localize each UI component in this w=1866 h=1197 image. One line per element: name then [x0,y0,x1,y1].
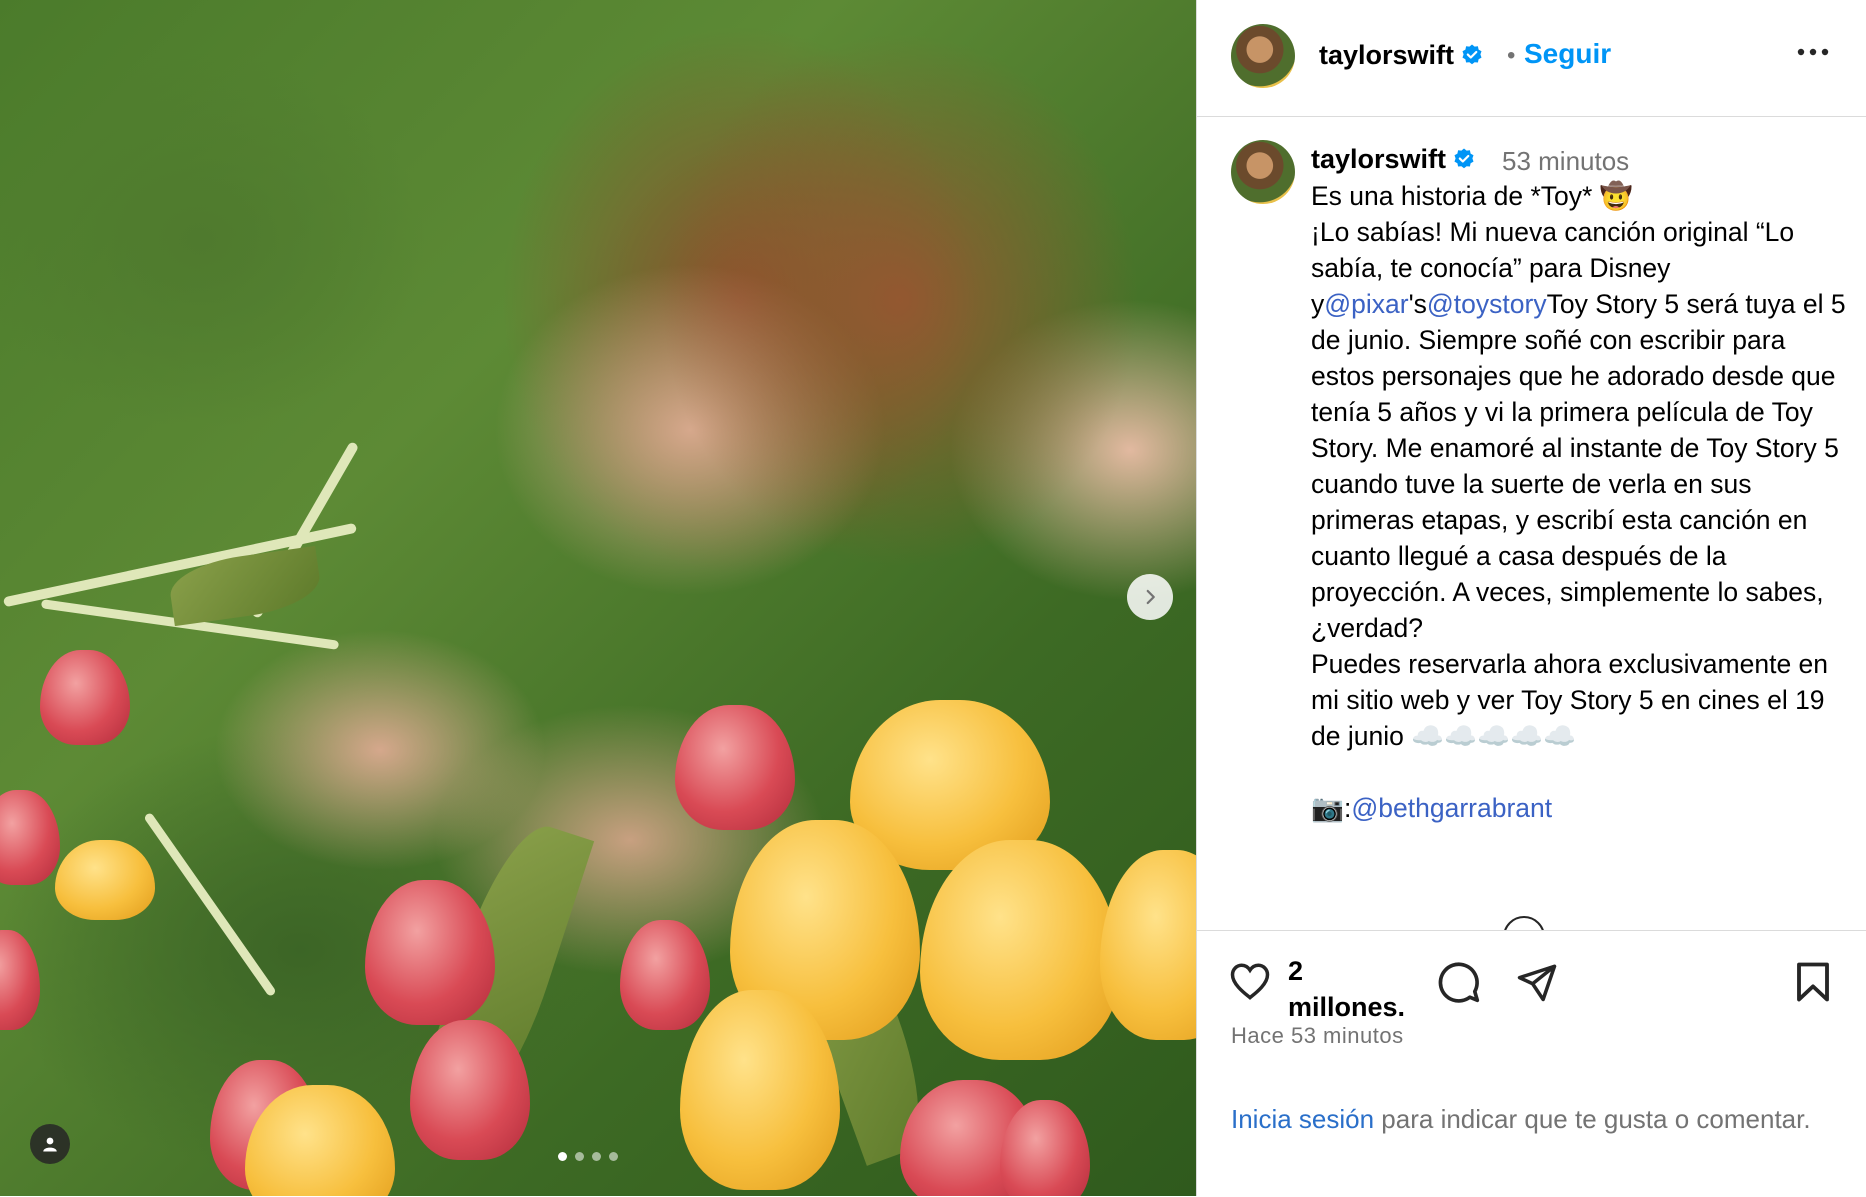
bookmark-icon[interactable] [1793,961,1833,1003]
tulip-stem [143,811,277,998]
mention-toystory-link[interactable]: @toystory [1427,289,1547,319]
likes-count[interactable]: 2 millones. [1288,953,1405,1025]
follow-button[interactable]: Seguir [1524,38,1611,70]
carousel-dot [609,1152,618,1161]
yellow-tulip [1100,850,1196,1040]
more-options-icon[interactable] [1795,42,1831,62]
share-icon[interactable] [1515,961,1559,1003]
caption-blank-line [1311,754,1851,790]
comment-icon[interactable] [1437,960,1481,1004]
next-slide-button[interactable] [1127,574,1173,620]
caption-text-segment: 's [1408,289,1427,319]
camera-emoji: 📷: [1311,793,1352,823]
header-username[interactable]: taylorswift [1319,40,1484,71]
post-image[interactable] [0,0,1196,1196]
header-username-text[interactable]: taylorswift [1319,40,1454,70]
yellow-tulip [920,840,1120,1060]
tagged-users-button[interactable] [30,1124,70,1164]
login-prompt-text: para indicar que te gusta o comentar. [1374,1104,1811,1134]
login-prompt: Inicia sesión para indicar que te gusta … [1231,1101,1831,1137]
avatar[interactable] [1231,140,1295,204]
red-tulip [40,650,130,745]
yellow-tulip [55,840,155,920]
caption-line-1: Es una historia de *Toy* 🤠 [1311,181,1633,211]
caption-username-text[interactable]: taylorswift [1311,144,1446,174]
caption-username[interactable]: taylorswift [1311,144,1476,175]
instagram-post-modal: taylorswift • Seguir taylorswift 53 minu… [0,0,1866,1196]
avatar[interactable] [1231,24,1295,88]
caption-timestamp[interactable]: 53 minutos [1502,146,1629,177]
caption-text: Es una historia de *Toy* 🤠 ¡Lo sabías! M… [1311,178,1851,826]
caption-paragraph-2: ¡Lo sabías! Mi nueva canción original “L… [1311,214,1851,646]
post-date[interactable]: Hace 53 minutos [1231,1023,1404,1049]
red-tulip [675,705,795,830]
caption-paragraph-3: Puedes reservarla ahora exclusivamente e… [1311,649,1829,751]
yellow-tulip [680,990,840,1190]
carousel-indicator [558,1152,618,1161]
tagged-user-icon [43,1137,57,1152]
load-more-comments-icon[interactable] [1503,916,1545,930]
verified-badge-icon [1462,44,1482,65]
carousel-dot [575,1152,584,1161]
red-tulip [0,930,40,1030]
mention-pixar-link[interactable]: @pixar [1324,289,1408,319]
action-bar: 2 millones. Hace 53 minutos Inicia sesión… [1197,930,1866,1197]
caption-photo-credit: 📷:@bethgarrabrant [1311,790,1851,826]
red-tulip [410,1020,530,1160]
next-chevron-icon [1146,589,1155,605]
red-tulip [0,790,60,885]
post-side-panel: taylorswift • Seguir taylorswift 53 minu… [1196,0,1866,1196]
carousel-dot [592,1152,601,1161]
post-header: taylorswift • Seguir [1197,0,1866,117]
verified-badge-icon [1454,148,1474,169]
mention-photographer-link[interactable]: @bethgarrabrant [1351,793,1552,823]
caption-section: taylorswift 53 minutos Es una historia d… [1197,116,1866,930]
caption-text-segment: Toy Story 5 será tuya el 5 de junio. Sie… [1311,289,1846,643]
likes-number[interactable]: 2 [1288,956,1303,986]
heart-icon[interactable] [1229,961,1271,1001]
likes-unit[interactable]: millones. [1288,992,1405,1022]
red-tulip [365,880,495,1025]
header-separator: • [1507,42,1516,69]
red-tulip [620,920,710,1030]
login-link[interactable]: Inicia sesión [1231,1104,1374,1134]
carousel-dot-active [558,1152,567,1161]
